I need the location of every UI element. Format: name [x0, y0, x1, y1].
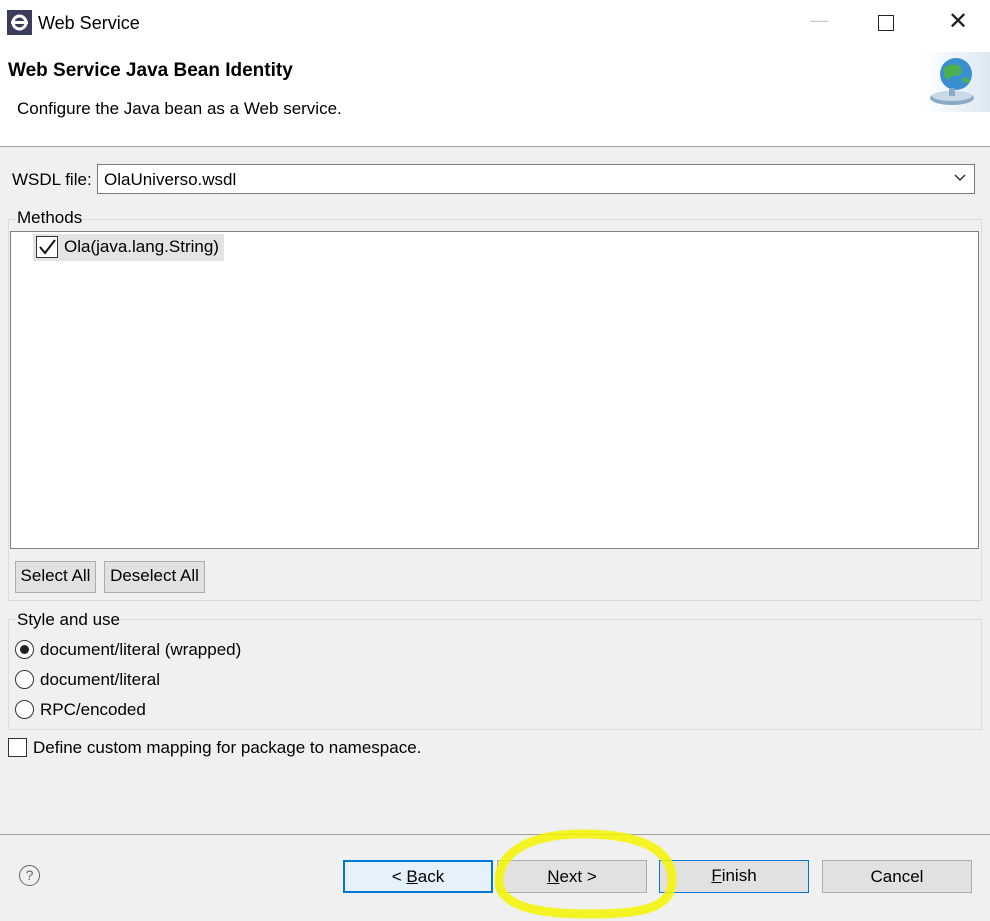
cancel-button[interactable]: Cancel [822, 860, 972, 893]
chevron-down-icon[interactable] [952, 167, 968, 189]
radio-selected-dot [20, 645, 29, 654]
back-prefix: < [391, 867, 407, 886]
title-bar [0, 0, 990, 46]
window-title: Web Service [38, 13, 140, 33]
highlight-annotation [494, 829, 677, 919]
eclipse-icon [7, 10, 32, 35]
style-and-use-legend: Style and use [16, 610, 122, 630]
radio-document-literal-wrapped[interactable] [15, 640, 34, 659]
radio-rpc-encoded[interactable] [15, 700, 34, 719]
back-rest: ack [417, 867, 445, 886]
radio-label-document-literal-wrapped: document/literal (wrapped) [40, 640, 242, 659]
custom-mapping-checkbox[interactable] [8, 738, 27, 757]
method-checkbox[interactable] [36, 236, 58, 258]
back-button[interactable]: < Back [343, 860, 493, 893]
wsdl-file-label: WSDL file: [12, 170, 92, 189]
finish-rest: inish [721, 866, 757, 885]
maximize-icon[interactable] [878, 15, 894, 31]
page-description: Configure the Java bean as a Web service… [17, 99, 342, 118]
close-icon[interactable]: ✕ [947, 8, 969, 36]
methods-list[interactable] [10, 231, 979, 549]
radio-label-rpc-encoded: RPC/encoded [40, 700, 146, 719]
help-icon[interactable]: ? [19, 865, 40, 886]
finish-button[interactable]: Finish [659, 860, 809, 893]
wsdl-file-value: OlaUniverso.wsdl [104, 170, 237, 189]
page-title: Web Service Java Bean Identity [8, 60, 293, 81]
radio-document-literal[interactable] [15, 670, 34, 689]
select-all-button[interactable]: Select All [15, 561, 96, 593]
back-mnemonic: B [406, 867, 418, 886]
methods-legend: Methods [16, 208, 84, 228]
web-service-globe-icon [922, 52, 990, 112]
minimize-icon[interactable]: — [808, 10, 830, 34]
method-label: Ola(java.lang.String) [64, 237, 219, 256]
deselect-all-button[interactable]: Deselect All [104, 561, 205, 593]
finish-mnemonic: F [711, 866, 722, 885]
checkmark-icon [39, 239, 56, 255]
custom-mapping-label: Define custom mapping for package to nam… [33, 738, 422, 757]
radio-label-document-literal: document/literal [40, 670, 161, 689]
